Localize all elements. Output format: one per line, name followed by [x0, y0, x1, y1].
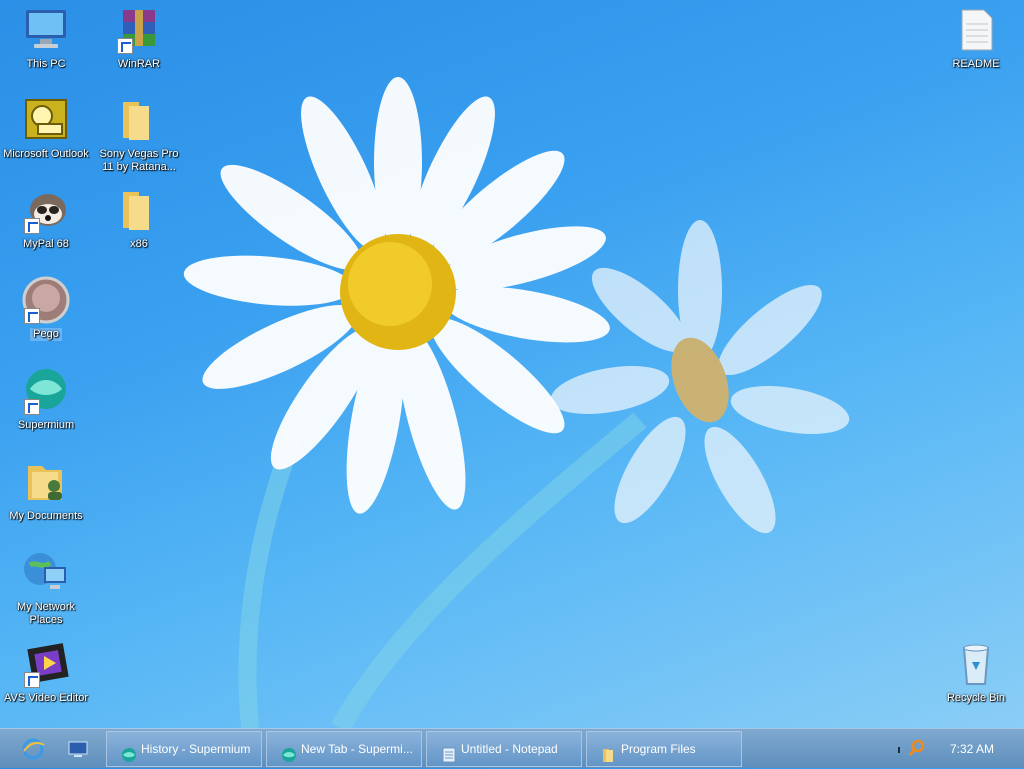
shortcut-arrow-icon: [24, 218, 40, 234]
search-icon[interactable]: [908, 739, 926, 757]
taskbar-button-program-files[interactable]: Program Files: [586, 731, 742, 767]
outlook-icon: [22, 96, 70, 144]
documents-folder-icon: [22, 458, 70, 506]
desktop-icon-label: Sony Vegas Pro 11 by Ratana...: [99, 148, 179, 173]
supermium-icon: [281, 742, 297, 762]
taskbar-button-label: Program Files: [621, 742, 696, 756]
desktop-icon-label: MyPal 68: [23, 238, 69, 250]
show-desktop-icon[interactable]: [66, 739, 90, 759]
desktop-icon-my-documents[interactable]: My Documents: [0, 458, 92, 523]
desktop-icon-label: Microsoft Outlook: [3, 148, 89, 160]
desktop-icon-x86-folder[interactable]: x86: [93, 186, 185, 251]
desktop-icon-label: README: [952, 58, 1000, 70]
desktop-icon-readme[interactable]: README: [930, 6, 1022, 71]
taskbar-button-notepad[interactable]: Untitled - Notepad: [426, 731, 582, 767]
desktop-icon-mypal[interactable]: MyPal 68: [0, 186, 92, 251]
desktop-icon-recycle-bin[interactable]: Recycle Bin: [930, 640, 1022, 705]
taskbar-button-label: New Tab - Supermi...: [301, 742, 413, 756]
desktop-icon-pego[interactable]: Pego: [0, 276, 92, 341]
internet-explorer-icon[interactable]: [20, 737, 46, 761]
desktop-icon-microsoft-outlook[interactable]: Microsoft Outlook: [0, 96, 92, 161]
film-strip-icon: [22, 640, 70, 688]
supermium-icon: [121, 742, 137, 762]
taskbar-button-label: History - Supermium: [141, 742, 251, 756]
shortcut-arrow-icon: [24, 672, 40, 688]
shortcut-arrow-icon: [117, 38, 133, 54]
supermium-icon: [22, 367, 70, 415]
folder-icon: [601, 742, 617, 762]
clock[interactable]: 7:32 AM: [950, 729, 994, 769]
folder-icon: [115, 186, 163, 234]
taskbar: History - Supermium New Tab - Supermi...…: [0, 728, 1024, 768]
notepad-icon: [441, 742, 457, 763]
network-globe-icon: [22, 549, 70, 597]
desktop-icon-label: x86: [130, 238, 148, 250]
desktop-icon-label: My Network Places: [16, 601, 76, 626]
folder-icon: [115, 96, 163, 144]
desktop-icon-supermium[interactable]: Supermium: [0, 367, 92, 432]
shortcut-arrow-icon: [24, 399, 40, 415]
desktop-icon-my-network-places[interactable]: My Network Places: [0, 549, 92, 627]
desktop-icon-label: AVS Video Editor: [4, 692, 88, 704]
taskbar-button-history-supermium[interactable]: History - Supermium: [106, 731, 262, 767]
recycle-bin-icon: [952, 640, 1000, 688]
taskbar-button-label: Untitled - Notepad: [461, 742, 558, 756]
desktop-icon-label: Supermium: [17, 419, 75, 431]
shortcut-arrow-icon: [24, 308, 40, 324]
desktop-icon-label: WinRAR: [117, 58, 161, 70]
desktop-icon-winrar[interactable]: WinRAR: [93, 6, 185, 71]
desktop-icon-label: This PC: [26, 58, 66, 70]
desktop-icon-label: My Documents: [9, 510, 83, 522]
winrar-archive-icon: [115, 6, 163, 54]
system-tray: 7:32 AM: [884, 729, 1024, 769]
tray-handle[interactable]: [898, 747, 900, 753]
desktop-icon-avs-video-editor[interactable]: AVS Video Editor: [0, 640, 92, 705]
pego-icon: [22, 276, 70, 324]
text-document-icon: [952, 6, 1000, 54]
desktop-icon-label: Pego: [30, 328, 62, 341]
raccoon-browser-icon: [22, 186, 70, 234]
desktop[interactable]: This PC Microsoft Outlook MyPal 68 Pego …: [0, 0, 1024, 728]
desktop-icon-label: Recycle Bin: [946, 692, 1006, 704]
taskbar-button-new-tab-supermium[interactable]: New Tab - Supermi...: [266, 731, 422, 767]
desktop-icon-sony-vegas-folder[interactable]: Sony Vegas Pro 11 by Ratana...: [93, 96, 185, 174]
desktop-icon-this-pc[interactable]: This PC: [0, 6, 92, 71]
computer-icon: [22, 6, 70, 54]
